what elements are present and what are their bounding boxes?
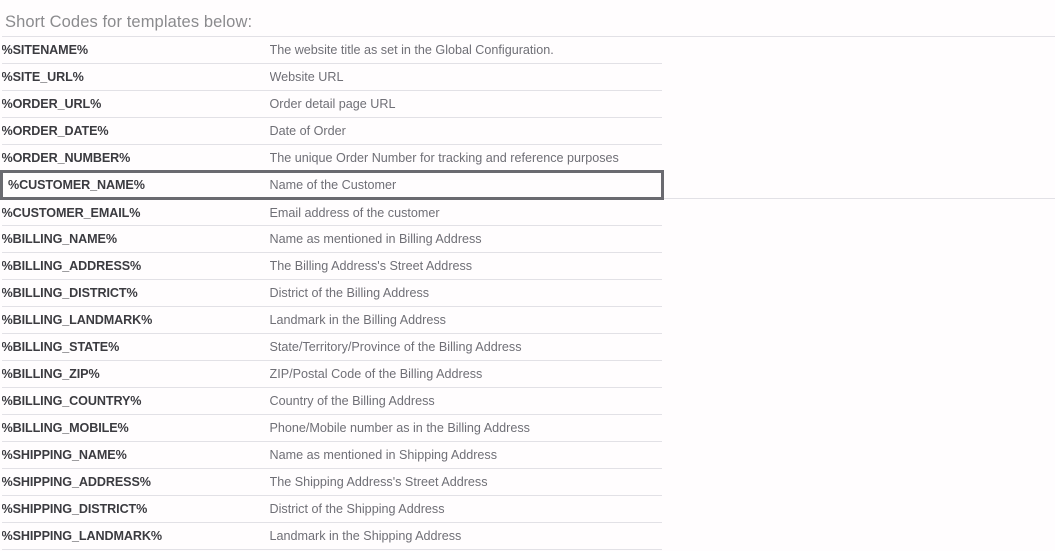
table-row[interactable]: %ORDER_DATE% Date of Order xyxy=(1,117,1055,145)
shortcode-token[interactable]: %CUSTOMER_NAME% xyxy=(0,170,270,200)
table-row[interactable]: %BILLING_STATE% State/Territory/Province … xyxy=(1,333,1055,361)
table-row[interactable]: %SHIPPING_NAME% Name as mentioned in Ship… xyxy=(1,441,1055,469)
shortcode-description: The website title as set in the Global C… xyxy=(269,36,663,64)
shortcode-token[interactable]: %BILLING_COUNTRY% xyxy=(1,387,270,415)
shortcode-description: Phone/Mobile number as in the Billing Ad… xyxy=(269,414,663,442)
shortcode-token[interactable]: %SITE_URL% xyxy=(1,63,270,91)
shortcode-token[interactable]: %BILLING_STATE% xyxy=(1,333,270,361)
table-row[interactable]: %BILLING_NAME% Name as mentioned in Billi… xyxy=(1,225,1055,253)
shortcode-description: Landmark in the Billing Address xyxy=(269,306,663,334)
shortcodes-panel: Short Codes for templates below: %SITENA… xyxy=(0,0,1055,550)
shortcode-description: Website URL xyxy=(269,63,663,91)
shortcode-token[interactable]: %BILLING_NAME% xyxy=(1,225,270,253)
shortcode-token[interactable]: %BILLING_ADDRESS% xyxy=(1,252,270,280)
shortcode-description: District of the Billing Address xyxy=(269,279,663,307)
shortcode-description: Name as mentioned in Billing Address xyxy=(269,225,663,253)
shortcode-description: Country of the Billing Address xyxy=(269,387,663,415)
shortcode-token[interactable]: %SHIPPING_DISTRICT% xyxy=(1,495,270,523)
shortcode-description: Landmark in the Shipping Address xyxy=(269,522,663,550)
table-row[interactable]: %SITE_URL% Website URL xyxy=(1,63,1055,91)
shortcode-token[interactable]: %SHIPPING_LANDMARK% xyxy=(1,522,270,550)
shortcode-token[interactable]: %SITENAME% xyxy=(1,36,270,64)
shortcode-description: District of the Shipping Address xyxy=(269,495,663,523)
shortcode-token[interactable]: %CUSTOMER_EMAIL% xyxy=(1,198,270,226)
shortcode-token[interactable]: %SHIPPING_ADDRESS% xyxy=(1,468,270,496)
shortcode-description: Name as mentioned in Shipping Address xyxy=(269,441,663,469)
shortcode-token[interactable]: %ORDER_URL% xyxy=(1,90,270,118)
shortcode-description: The unique Order Number for tracking and… xyxy=(269,144,663,172)
table-row[interactable]: %CUSTOMER_NAME% Name of the Customer xyxy=(0,170,1055,200)
table-row[interactable]: %SHIPPING_DISTRICT% District of the Shipp… xyxy=(1,495,1055,523)
table-row[interactable]: %BILLING_ZIP% ZIP/Postal Code of the Bill… xyxy=(1,360,1055,388)
table-row[interactable]: %BILLING_MOBILE% Phone/Mobile number as i… xyxy=(1,414,1055,442)
shortcode-token[interactable]: %SHIPPING_NAME% xyxy=(1,441,270,469)
shortcode-token[interactable]: %BILLING_MOBILE% xyxy=(1,414,270,442)
shortcode-description: The Shipping Address's Street Address xyxy=(269,468,663,496)
page-title: Short Codes for templates below: xyxy=(5,13,253,31)
shortcode-description: The Billing Address's Street Address xyxy=(269,252,663,280)
row-filler xyxy=(662,171,1055,199)
shortcode-token[interactable]: %ORDER_NUMBER% xyxy=(1,144,270,172)
table-row[interactable]: %SITENAME% The website title as set in th… xyxy=(1,36,1055,64)
table-row[interactable]: %BILLING_DISTRICT% District of the Billin… xyxy=(1,279,1055,307)
shortcode-description: ZIP/Postal Code of the Billing Address xyxy=(269,360,663,388)
table-row[interactable]: %ORDER_NUMBER% The unique Order Number fo… xyxy=(1,144,1055,172)
shortcode-token[interactable]: %BILLING_ZIP% xyxy=(1,360,270,388)
table-row[interactable]: %BILLING_COUNTRY% Country of the Billing … xyxy=(1,387,1055,415)
table-row[interactable]: %SHIPPING_LANDMARK% Landmark in the Shipp… xyxy=(1,522,1055,550)
shortcode-description: State/Territory/Province of the Billing … xyxy=(269,333,663,361)
shortcodes-table: %SITENAME% The website title as set in th… xyxy=(0,36,1055,550)
shortcode-description: Order detail page URL xyxy=(269,90,663,118)
shortcode-token[interactable]: %BILLING_LANDMARK% xyxy=(1,306,270,334)
shortcode-description: Date of Order xyxy=(269,117,663,145)
table-row[interactable]: %CUSTOMER_EMAIL% Email address of the cus… xyxy=(1,198,1055,226)
table-row[interactable]: %SHIPPING_ADDRESS% The Shipping Address's… xyxy=(1,468,1055,496)
table-row[interactable]: %BILLING_LANDMARK% Landmark in the Billin… xyxy=(1,306,1055,334)
table-row[interactable]: %ORDER_URL% Order detail page URL xyxy=(1,90,1055,118)
shortcode-description: Name of the Customer xyxy=(269,170,664,200)
shortcode-description: Email address of the customer xyxy=(269,198,663,226)
shortcodes-table-body: %SITENAME% The website title as set in th… xyxy=(0,36,1055,550)
shortcode-token[interactable]: %BILLING_DISTRICT% xyxy=(1,279,270,307)
table-row[interactable]: %BILLING_ADDRESS% The Billing Address's S… xyxy=(1,252,1055,280)
shortcode-token[interactable]: %ORDER_DATE% xyxy=(1,117,270,145)
